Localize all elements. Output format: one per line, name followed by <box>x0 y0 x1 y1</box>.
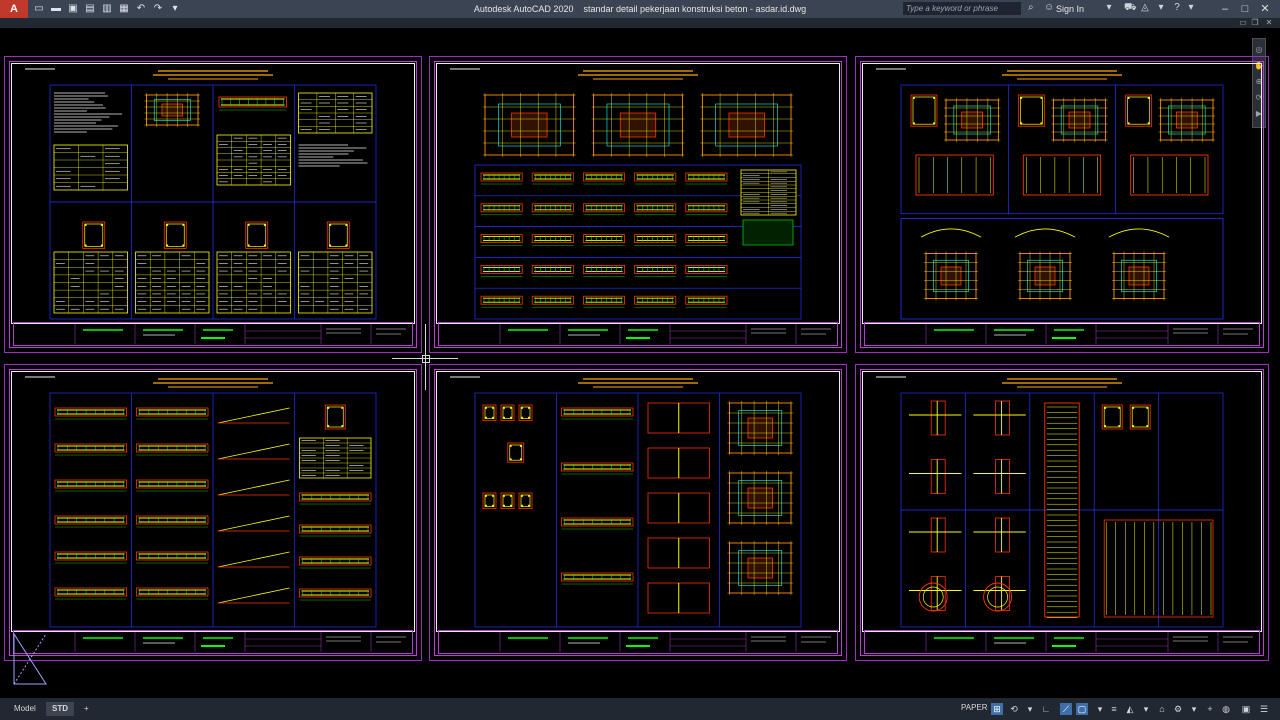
object-snap-icon[interactable]: ▢ <box>1076 703 1088 715</box>
paper-space-toggle[interactable]: PAPER <box>961 703 988 712</box>
detail-drawings <box>450 68 831 344</box>
search-icon[interactable]: ⌕ <box>1028 3 1038 13</box>
restore-down-icon[interactable]: ❐ <box>1250 18 1260 28</box>
minimize-icon[interactable]: – <box>1218 2 1232 16</box>
add-layout-button[interactable]: + <box>78 702 95 716</box>
dropdown-arrow-icon[interactable]: ▾ <box>1024 703 1036 715</box>
drawing-sheet[interactable] <box>429 56 847 353</box>
dropdown-arrow-icon[interactable]: ▾ <box>1104 3 1114 13</box>
drawing-sheet[interactable] <box>4 364 422 661</box>
window-title: Autodesk AutoCAD 2020 standar detail pek… <box>473 4 807 14</box>
detail-drawings <box>450 376 831 652</box>
status-bar: Model STD + PAPER ⊞ ⟲ ▾ ∟ ⟋ ▢ ▾ ≡ ◭ ▾ ⌂ … <box>0 698 1280 720</box>
dropdown-arrow-icon[interactable]: ▾ <box>1156 3 1166 13</box>
document-controls-row: ▭ ❐ ✕ <box>0 18 1280 28</box>
crosshair-pickbox <box>422 355 430 363</box>
tab-std[interactable]: STD <box>46 702 74 716</box>
clean-screen-icon[interactable]: ▣ <box>1240 703 1252 715</box>
detail-drawings <box>876 376 1253 652</box>
search-input[interactable]: Type a keyword or phrase <box>903 2 1021 15</box>
title-bar: A ▭ ▬ ▣ ▤ ▥ ▦ ↶ ↷ ▾ Autodesk AutoCAD 202… <box>0 0 1280 18</box>
detail-drawings <box>25 376 406 652</box>
close-icon[interactable]: ✕ <box>1258 2 1272 16</box>
user-icon: ☺ <box>1044 2 1055 13</box>
drawing-sheet[interactable] <box>855 56 1269 353</box>
annotation-scale-icon[interactable]: ◭ <box>1124 703 1136 715</box>
dropdown-arrow-icon[interactable]: ▾ <box>1094 703 1106 715</box>
maximize-icon[interactable]: □ <box>1238 2 1252 16</box>
help-icon[interactable]: ? <box>1172 3 1182 13</box>
drawing-sheet[interactable] <box>855 364 1269 661</box>
restore-drawing-icon[interactable]: ▭ <box>1238 18 1248 28</box>
customization-menu-icon[interactable]: ☰ <box>1258 703 1270 715</box>
dropdown-arrow-icon[interactable]: ▾ <box>1188 703 1200 715</box>
isolate-objects-icon[interactable]: ◍ <box>1220 703 1232 715</box>
drawing-sheet[interactable] <box>429 364 847 661</box>
steering-wheel-icon[interactable]: ◎ <box>1254 45 1264 55</box>
dropdown-arrow-icon[interactable]: ▾ <box>1140 703 1152 715</box>
exchange-icon[interactable]: ◬ <box>1140 3 1150 13</box>
lineweight-icon[interactable]: ≡ <box>1108 703 1120 715</box>
model-space-icon[interactable]: ⊞ <box>991 703 1003 715</box>
settings-gear-icon[interactable]: ⚙ <box>1172 703 1184 715</box>
close-drawing-icon[interactable]: ✕ <box>1264 18 1274 28</box>
drawing-canvas[interactable]: ◎ ✋ ⊕ ⟳ ▶ <box>0 28 1280 698</box>
plus-icon[interactable]: + <box>1204 703 1216 715</box>
ucs-icon <box>13 632 47 685</box>
help-dropdown-icon[interactable]: ▾ <box>1186 3 1196 13</box>
sign-in-button[interactable]: Sign In <box>1056 4 1084 14</box>
drawing-sheet[interactable] <box>4 56 422 353</box>
workspace-icon[interactable]: ⌂ <box>1156 703 1168 715</box>
detail-drawings <box>25 68 406 344</box>
ortho-icon[interactable]: ∟ <box>1040 703 1052 715</box>
snap-icon[interactable]: ⟲ <box>1008 703 1020 715</box>
cart-icon[interactable]: ⛟ <box>1124 3 1137 13</box>
polar-tracking-icon[interactable]: ⟋ <box>1060 703 1072 715</box>
tab-model[interactable]: Model <box>8 702 42 716</box>
detail-drawings <box>876 68 1253 344</box>
